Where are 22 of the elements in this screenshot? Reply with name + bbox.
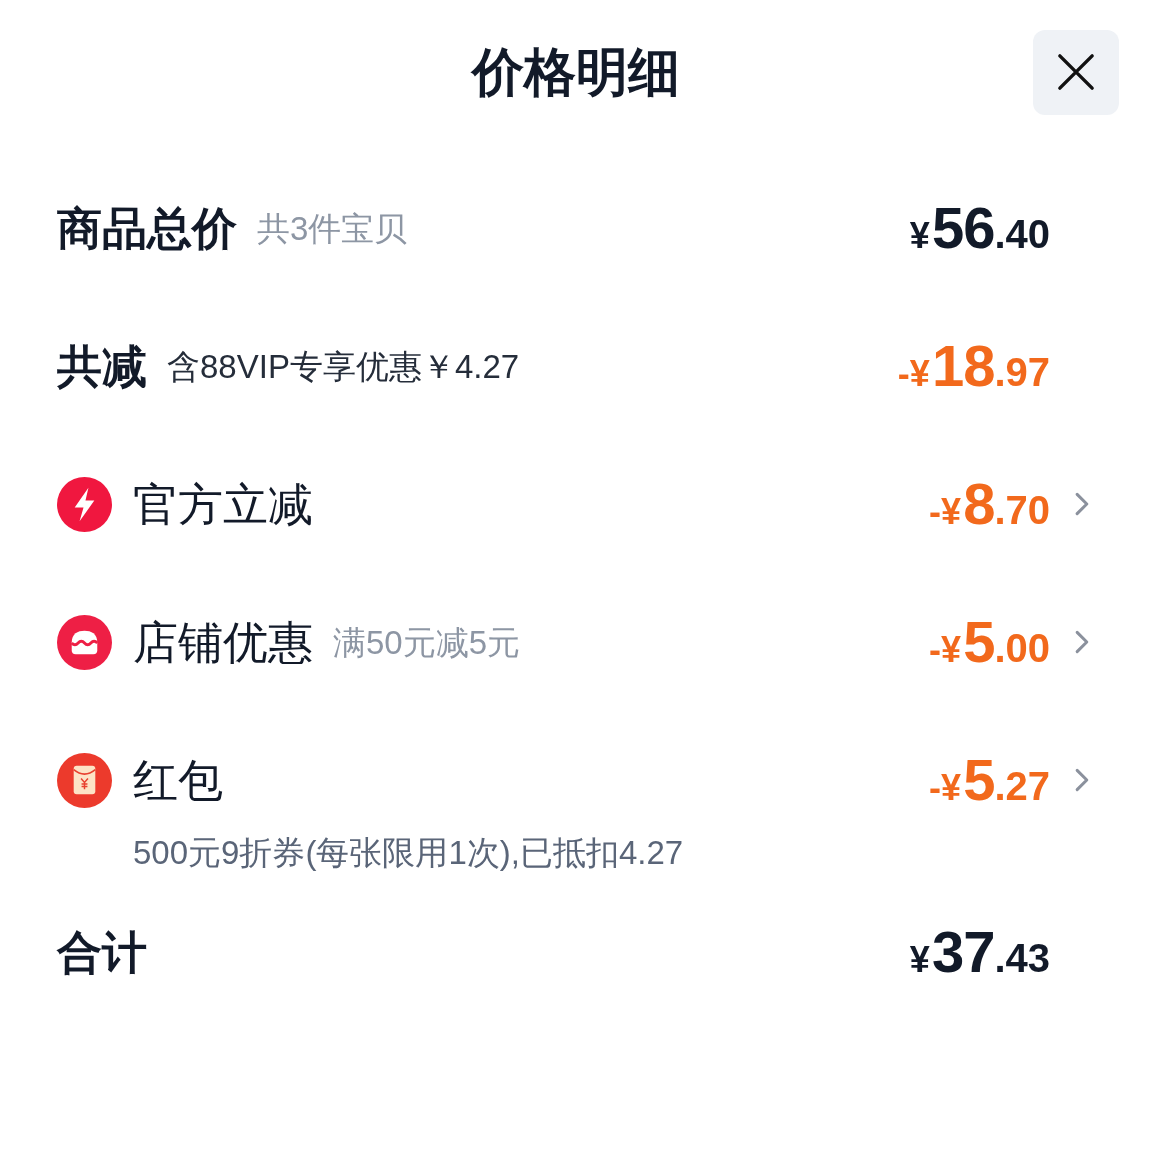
- row-note: 共3件宝贝: [257, 211, 408, 245]
- price-amount: -¥5.00: [929, 613, 1050, 671]
- row-label: 商品总价: [57, 205, 237, 251]
- store-icon: [57, 614, 112, 670]
- row-label: 官方立减: [133, 481, 313, 527]
- row-label: 共减: [57, 343, 147, 389]
- price-amount: ¥37.43: [909, 923, 1050, 981]
- row-label: 店铺优惠: [133, 619, 313, 665]
- row-label: 红包: [133, 757, 223, 803]
- row-note: 含88VIP专享优惠￥4.27: [167, 349, 520, 383]
- dialog-title: 价格明细: [472, 46, 680, 98]
- row-note: 满50元减5元: [333, 625, 521, 659]
- envelope-icon: [57, 752, 112, 808]
- row-detail: 500元9折券(每张限用1次),已抵扣4.27: [133, 835, 684, 869]
- close-icon: [1057, 53, 1095, 91]
- price-amount: -¥5.27: [929, 751, 1050, 809]
- lightning-bolt-icon: [57, 476, 112, 532]
- close-button[interactable]: [1033, 29, 1119, 115]
- price-amount: ¥56.40: [909, 199, 1050, 257]
- price-amount: -¥8.70: [929, 475, 1050, 533]
- price-amount: -¥18.97: [897, 337, 1050, 395]
- row-label: 合计: [57, 929, 147, 975]
